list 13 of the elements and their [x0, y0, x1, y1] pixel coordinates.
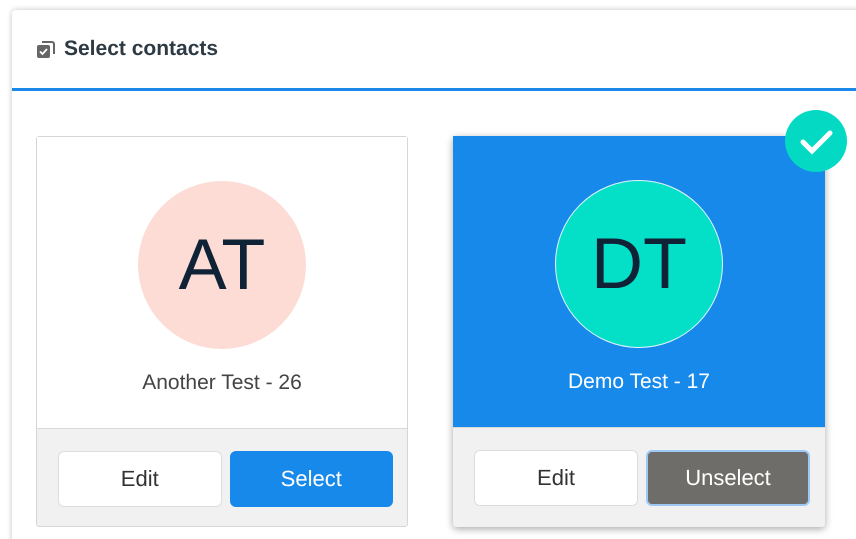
- unselect-button[interactable]: Unselect: [646, 450, 810, 506]
- checkbox-stack-icon: [36, 39, 56, 59]
- check-badge-icon: [785, 110, 847, 172]
- contact-name: Another Test - 26: [142, 371, 302, 395]
- edit-button[interactable]: Edit: [474, 450, 638, 506]
- select-button[interactable]: Select: [230, 451, 393, 507]
- contact-name: Demo Test - 17: [568, 370, 710, 394]
- panel-title: Select contacts: [64, 37, 218, 61]
- contact-avatar: DT: [555, 180, 723, 348]
- contact-card[interactable]: AT Another Test - 26 Edit Select: [36, 136, 408, 527]
- edit-button[interactable]: Edit: [58, 451, 222, 507]
- contact-card[interactable]: DT Demo Test - 17 Edit Unselect: [453, 136, 825, 527]
- contact-avatar: AT: [138, 181, 306, 349]
